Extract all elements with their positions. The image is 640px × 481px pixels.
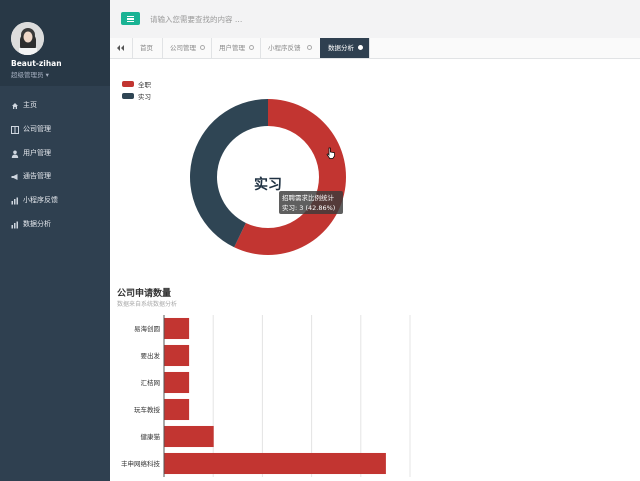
- tab-scroll-left-button[interactable]: [110, 38, 133, 58]
- donut-chart[interactable]: 实习: [110, 59, 640, 274]
- tab-label: 公司管理: [170, 44, 196, 52]
- chart-tooltip: 招聘需求比例统计 实习: 3 (42.86%): [279, 191, 343, 214]
- category-tick-label: 丰申网络科技: [121, 459, 161, 468]
- sidebar-item-label: 数据分析: [23, 220, 51, 228]
- bar[interactable]: [164, 344, 190, 367]
- tooltip-value: 实习: 3 (42.86%): [282, 204, 336, 212]
- sidebar-item-label: 公司管理: [23, 125, 51, 133]
- sidebar-item-label: 用户管理: [23, 149, 51, 157]
- tab-company[interactable]: 公司管理: [162, 38, 212, 58]
- bar[interactable]: [164, 425, 214, 448]
- hamburger-icon: [127, 15, 134, 17]
- profile-name[interactable]: Beaut-zihan: [11, 59, 62, 68]
- search-input[interactable]: 请输入您需要查找的内容 …: [150, 14, 242, 25]
- donut-slice-intern[interactable]: [189, 99, 268, 248]
- category-tick-label: 易海创圆: [134, 324, 160, 333]
- category-tick-label: 健康猫: [141, 432, 161, 441]
- bar[interactable]: [164, 452, 386, 475]
- sidebar-item-label: 通告管理: [23, 172, 51, 180]
- bar-chart-title: 公司申请数量: [117, 289, 172, 299]
- tab-feedback[interactable]: 小程序反馈: [260, 38, 321, 58]
- tab-close-icon[interactable]: [358, 45, 363, 50]
- bullhorn-icon: [11, 174, 18, 180]
- tab-label: 数据分析: [328, 44, 354, 52]
- bar-chart-icon: [11, 221, 18, 229]
- sidebar-item-feedback[interactable]: 小程序反馈: [0, 189, 110, 213]
- tab-bar: 首页 公司管理 用户管理 小程序反馈 数据分析: [110, 38, 640, 59]
- bar[interactable]: [164, 371, 190, 394]
- bar[interactable]: [164, 317, 190, 340]
- tab-label: 首页: [140, 44, 153, 52]
- columns-icon: [11, 126, 19, 134]
- category-tick-label: 汇桔网: [141, 378, 161, 387]
- sidebar-item-label: 主页: [23, 101, 37, 109]
- top-navbar: 请输入您需要查找的内容 …: [110, 0, 640, 39]
- tab-analytics[interactable]: 数据分析: [320, 38, 370, 58]
- donut-center-label: 实习: [254, 176, 282, 193]
- bar-chart[interactable]: 易海创圆要出发汇桔网玩车教授健康猫丰申网络科技: [110, 311, 640, 481]
- tab-close-icon[interactable]: [249, 45, 254, 50]
- main-content: 全职 实习 实习 招聘需求比例统计 实习: 3 (42.86%) 公司申请数量 …: [110, 59, 640, 481]
- sidebar: Beaut-zihan 超级管理员 ▾ 主页 公司管理 用户管理 通告管理 小程…: [0, 0, 110, 481]
- tab-users[interactable]: 用户管理: [211, 38, 261, 58]
- profile-role-dropdown[interactable]: 超级管理员 ▾: [11, 69, 49, 79]
- menu-toggle-button[interactable]: [121, 12, 140, 25]
- home-icon: [12, 103, 18, 109]
- category-tick-label: 玩车教授: [134, 405, 161, 414]
- avatar[interactable]: [11, 22, 44, 55]
- tab-label: 小程序反馈: [268, 44, 301, 52]
- tab-home[interactable]: 首页: [132, 38, 163, 58]
- tab-close-icon[interactable]: [307, 45, 312, 50]
- sidebar-item-home[interactable]: 主页: [0, 94, 110, 118]
- tab-close-icon[interactable]: [200, 45, 205, 50]
- sidebar-item-label: 小程序反馈: [23, 196, 58, 204]
- sidebar-item-company[interactable]: 公司管理: [0, 118, 110, 142]
- user-icon: [11, 150, 19, 158]
- category-tick-label: 要出发: [141, 351, 161, 360]
- bar-chart-icon: [11, 197, 18, 205]
- sidebar-item-users[interactable]: 用户管理: [0, 142, 110, 166]
- bar[interactable]: [164, 398, 190, 421]
- tooltip-title: 招聘需求比例统计: [282, 194, 334, 202]
- mouse-pointer-icon: [326, 147, 335, 159]
- tab-label: 用户管理: [219, 44, 245, 52]
- double-chevron-left-icon: [117, 45, 124, 51]
- sidebar-profile: Beaut-zihan 超级管理员 ▾: [0, 0, 110, 86]
- sidebar-item-notices[interactable]: 通告管理: [0, 165, 110, 189]
- bar-chart-subtitle: 数据来自系统数据分析: [117, 301, 178, 308]
- sidebar-item-analytics[interactable]: 数据分析: [0, 213, 110, 237]
